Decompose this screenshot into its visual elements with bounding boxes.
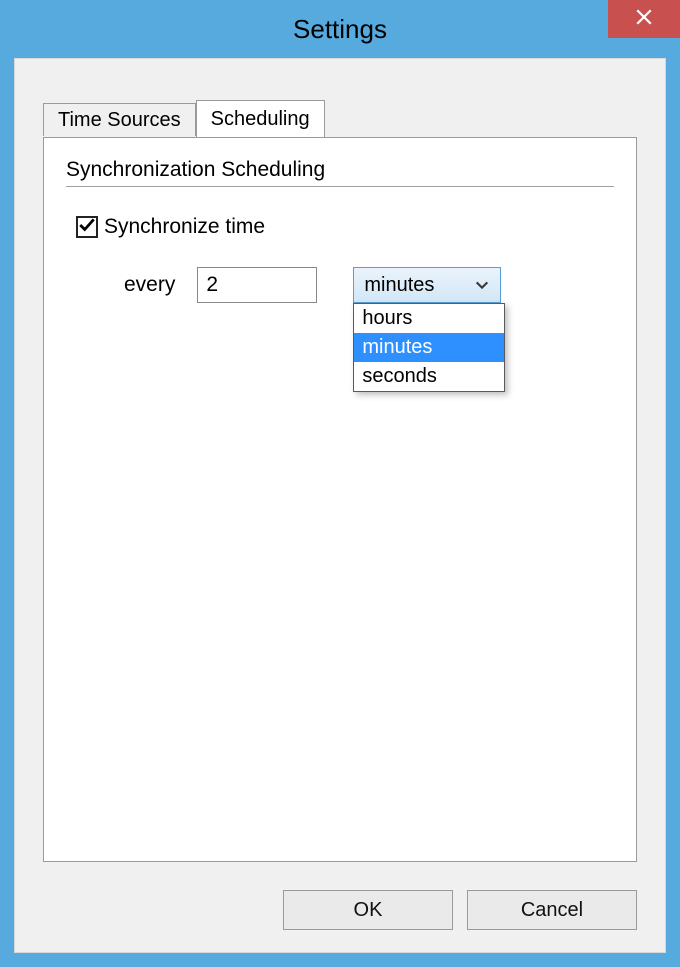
settings-window: Settings Time Sources Scheduling Synchro… bbox=[0, 0, 680, 967]
checkmark-icon bbox=[78, 216, 96, 239]
interval-input[interactable] bbox=[197, 267, 317, 303]
tab-strip: Time Sources Scheduling bbox=[43, 99, 637, 136]
ok-button[interactable]: OK bbox=[283, 890, 453, 930]
tab-label: Time Sources bbox=[58, 109, 181, 131]
tab-panel-scheduling: Synchronization Scheduling Synchronize t… bbox=[43, 137, 637, 862]
chevron-down-icon bbox=[474, 277, 490, 293]
section-divider bbox=[66, 186, 614, 187]
window-title: Settings bbox=[293, 14, 387, 45]
unit-option-seconds[interactable]: seconds bbox=[354, 362, 504, 391]
unit-dropdown-list: hours minutes seconds bbox=[353, 303, 505, 392]
unit-dropdown: minutes hours minutes seconds bbox=[353, 267, 501, 303]
dialog-body: Time Sources Scheduling Synchronization … bbox=[14, 58, 666, 953]
unit-option-hours[interactable]: hours bbox=[354, 304, 504, 333]
ok-button-label: OK bbox=[354, 899, 383, 922]
interval-row: every minutes hours minutes seconds bbox=[124, 267, 614, 303]
titlebar: Settings bbox=[0, 0, 680, 58]
synchronize-checkbox[interactable] bbox=[76, 216, 98, 238]
tab-scheduling[interactable]: Scheduling bbox=[196, 100, 325, 137]
tab-time-sources[interactable]: Time Sources bbox=[43, 103, 196, 136]
dialog-button-row: OK Cancel bbox=[283, 890, 637, 930]
section-heading: Synchronization Scheduling bbox=[66, 158, 614, 182]
every-label: every bbox=[124, 273, 175, 297]
unit-option-minutes[interactable]: minutes bbox=[354, 333, 504, 362]
unit-dropdown-selected: minutes bbox=[364, 274, 434, 297]
cancel-button[interactable]: Cancel bbox=[467, 890, 637, 930]
synchronize-row: Synchronize time bbox=[76, 215, 614, 239]
close-icon bbox=[635, 8, 653, 31]
unit-dropdown-button[interactable]: minutes bbox=[353, 267, 501, 303]
close-button[interactable] bbox=[608, 0, 680, 38]
tabs-container: Time Sources Scheduling Synchronization … bbox=[43, 99, 637, 862]
tab-label: Scheduling bbox=[211, 108, 310, 130]
synchronize-label: Synchronize time bbox=[104, 215, 265, 239]
cancel-button-label: Cancel bbox=[521, 899, 583, 922]
